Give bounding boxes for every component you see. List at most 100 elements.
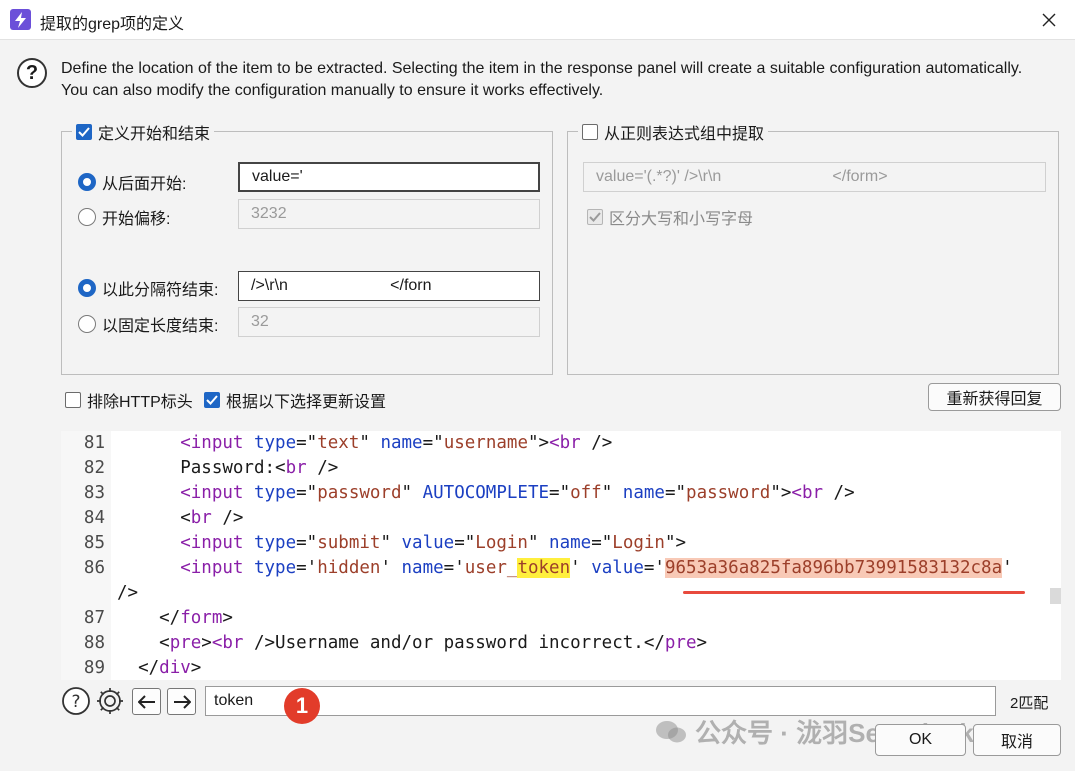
code-token: ">: [664, 533, 687, 553]
case-sensitive-label: 区分大写和小写字母: [609, 211, 754, 228]
start-after-radio-row[interactable]: 从后面开始:: [78, 170, 186, 194]
update-config-row[interactable]: 根据以下选择更新设置: [204, 388, 386, 412]
code-token: pre: [169, 633, 202, 653]
start-after-label: 从后面开始:: [102, 176, 187, 193]
response-code-panel[interactable]: 81 <input type="text" name="username"><b…: [61, 431, 1061, 680]
annotation-badge: 1: [284, 688, 320, 724]
code-token: Login: [475, 533, 528, 553]
code-token: />Username and/or password incorrect.</: [243, 633, 665, 653]
code-token: name: [549, 533, 592, 553]
code-line: 86 <input type='hidden' name='user_token…: [61, 556, 1051, 581]
code-token: </: [117, 658, 160, 678]
code-token: >: [190, 658, 202, 678]
search-settings-button[interactable]: [95, 686, 125, 716]
code-token: ': [380, 558, 402, 578]
end-fixed-input[interactable]: 32: [238, 307, 540, 337]
code-line: 88 <pre><br />Username and/or password i…: [61, 631, 1051, 656]
code-token: </: [117, 608, 181, 628]
code-token: =": [549, 483, 571, 503]
gear-icon: [97, 688, 123, 714]
code-token: ": [401, 483, 423, 503]
close-button[interactable]: [1037, 8, 1061, 32]
code-line: 83 <input type="password" AUTOCOMPLETE="…: [61, 481, 1051, 506]
code-token: =": [664, 483, 687, 503]
code-token: ": [359, 433, 381, 453]
code-token: <input: [180, 433, 244, 453]
code-token: form: [180, 608, 223, 628]
search-input-value: token: [214, 692, 254, 709]
code-token: ">: [527, 433, 550, 453]
code-line: 89 </div>: [61, 656, 1051, 680]
code-token: text: [317, 433, 360, 453]
start-offset-label: 开始偏移:: [102, 211, 171, 228]
code-token: submit: [317, 533, 381, 553]
code-token: username: [443, 433, 528, 453]
code-token: value: [401, 533, 455, 553]
start-offset-radio[interactable]: [78, 208, 96, 226]
code-token: =': [296, 558, 318, 578]
end-delimiter-radio[interactable]: [78, 279, 96, 297]
end-fixed-radio-row[interactable]: 以固定长度结束:: [78, 312, 218, 336]
update-config-checkbox[interactable]: [204, 392, 220, 408]
code-token: pre: [664, 633, 697, 653]
end-fixed-label: 以固定长度结束:: [102, 318, 219, 335]
title-bar: 提取的grep项的定义: [0, 0, 1075, 40]
code-token: br: [285, 458, 307, 478]
help-icon[interactable]: ?: [17, 58, 47, 88]
start-offset-radio-row[interactable]: 开始偏移:: [78, 205, 170, 229]
cancel-button[interactable]: 取消: [973, 724, 1061, 756]
line-number: 84: [83, 508, 105, 528]
line-number: 83: [83, 483, 105, 503]
code-token: <: [117, 508, 191, 528]
end-delimiter-input[interactable]: />\r\n </forn: [238, 271, 540, 301]
code-token: name: [380, 433, 423, 453]
code-line: 84 <br />: [61, 506, 1051, 531]
code-token: />: [580, 433, 613, 453]
regex-input[interactable]: value='(.*?)' />\r\n </form>: [583, 162, 1046, 192]
start-after-input[interactable]: value=': [238, 162, 540, 192]
wechat-icon: [656, 720, 686, 742]
define-start-end-label: 定义开始和结束: [98, 126, 211, 143]
search-input[interactable]: token: [205, 686, 996, 716]
code-token: <input: [180, 558, 244, 578]
code-token: >: [696, 633, 708, 653]
code-token: off: [570, 483, 602, 503]
code-token: user_: [464, 558, 518, 578]
code-token: <br: [549, 433, 581, 453]
code-token: >: [201, 633, 212, 653]
code-token: <: [117, 633, 170, 653]
code-token: />: [211, 508, 244, 528]
refetch-response-button[interactable]: 重新获得回复: [928, 383, 1061, 411]
exclude-headers-checkbox[interactable]: [65, 392, 81, 408]
line-number: 82: [83, 458, 105, 478]
svg-text:?: ?: [71, 692, 80, 712]
regex-checkbox[interactable]: [582, 124, 598, 140]
case-sensitive-row[interactable]: 区分大写和小写字母: [587, 205, 753, 229]
ok-button[interactable]: OK: [875, 724, 966, 756]
end-fixed-radio[interactable]: [78, 315, 96, 333]
check-icon: [206, 395, 218, 405]
code-token: />: [306, 458, 339, 478]
code-token: <input: [180, 533, 244, 553]
code-line: 87 </form>: [61, 606, 1051, 631]
code-token: name: [401, 558, 444, 578]
search-previous-button[interactable]: [132, 688, 161, 715]
search-next-button[interactable]: [167, 688, 196, 715]
define-start-end-checkbox[interactable]: [76, 124, 92, 140]
highlighted-value: 9653a36a825fa896bb73991583132c8a: [664, 558, 1003, 578]
code-token: Password:<: [117, 458, 286, 478]
start-offset-input[interactable]: 3232: [238, 199, 540, 229]
start-after-radio[interactable]: [78, 173, 96, 191]
end-delimiter-radio-row[interactable]: 以此分隔符结束:: [78, 276, 218, 300]
code-token: >: [222, 608, 233, 628]
search-help-button[interactable]: ?: [61, 686, 91, 716]
code-token: hidden: [317, 558, 381, 578]
case-sensitive-checkbox[interactable]: [587, 209, 603, 225]
exclude-headers-row[interactable]: 排除HTTP标头: [65, 388, 193, 412]
